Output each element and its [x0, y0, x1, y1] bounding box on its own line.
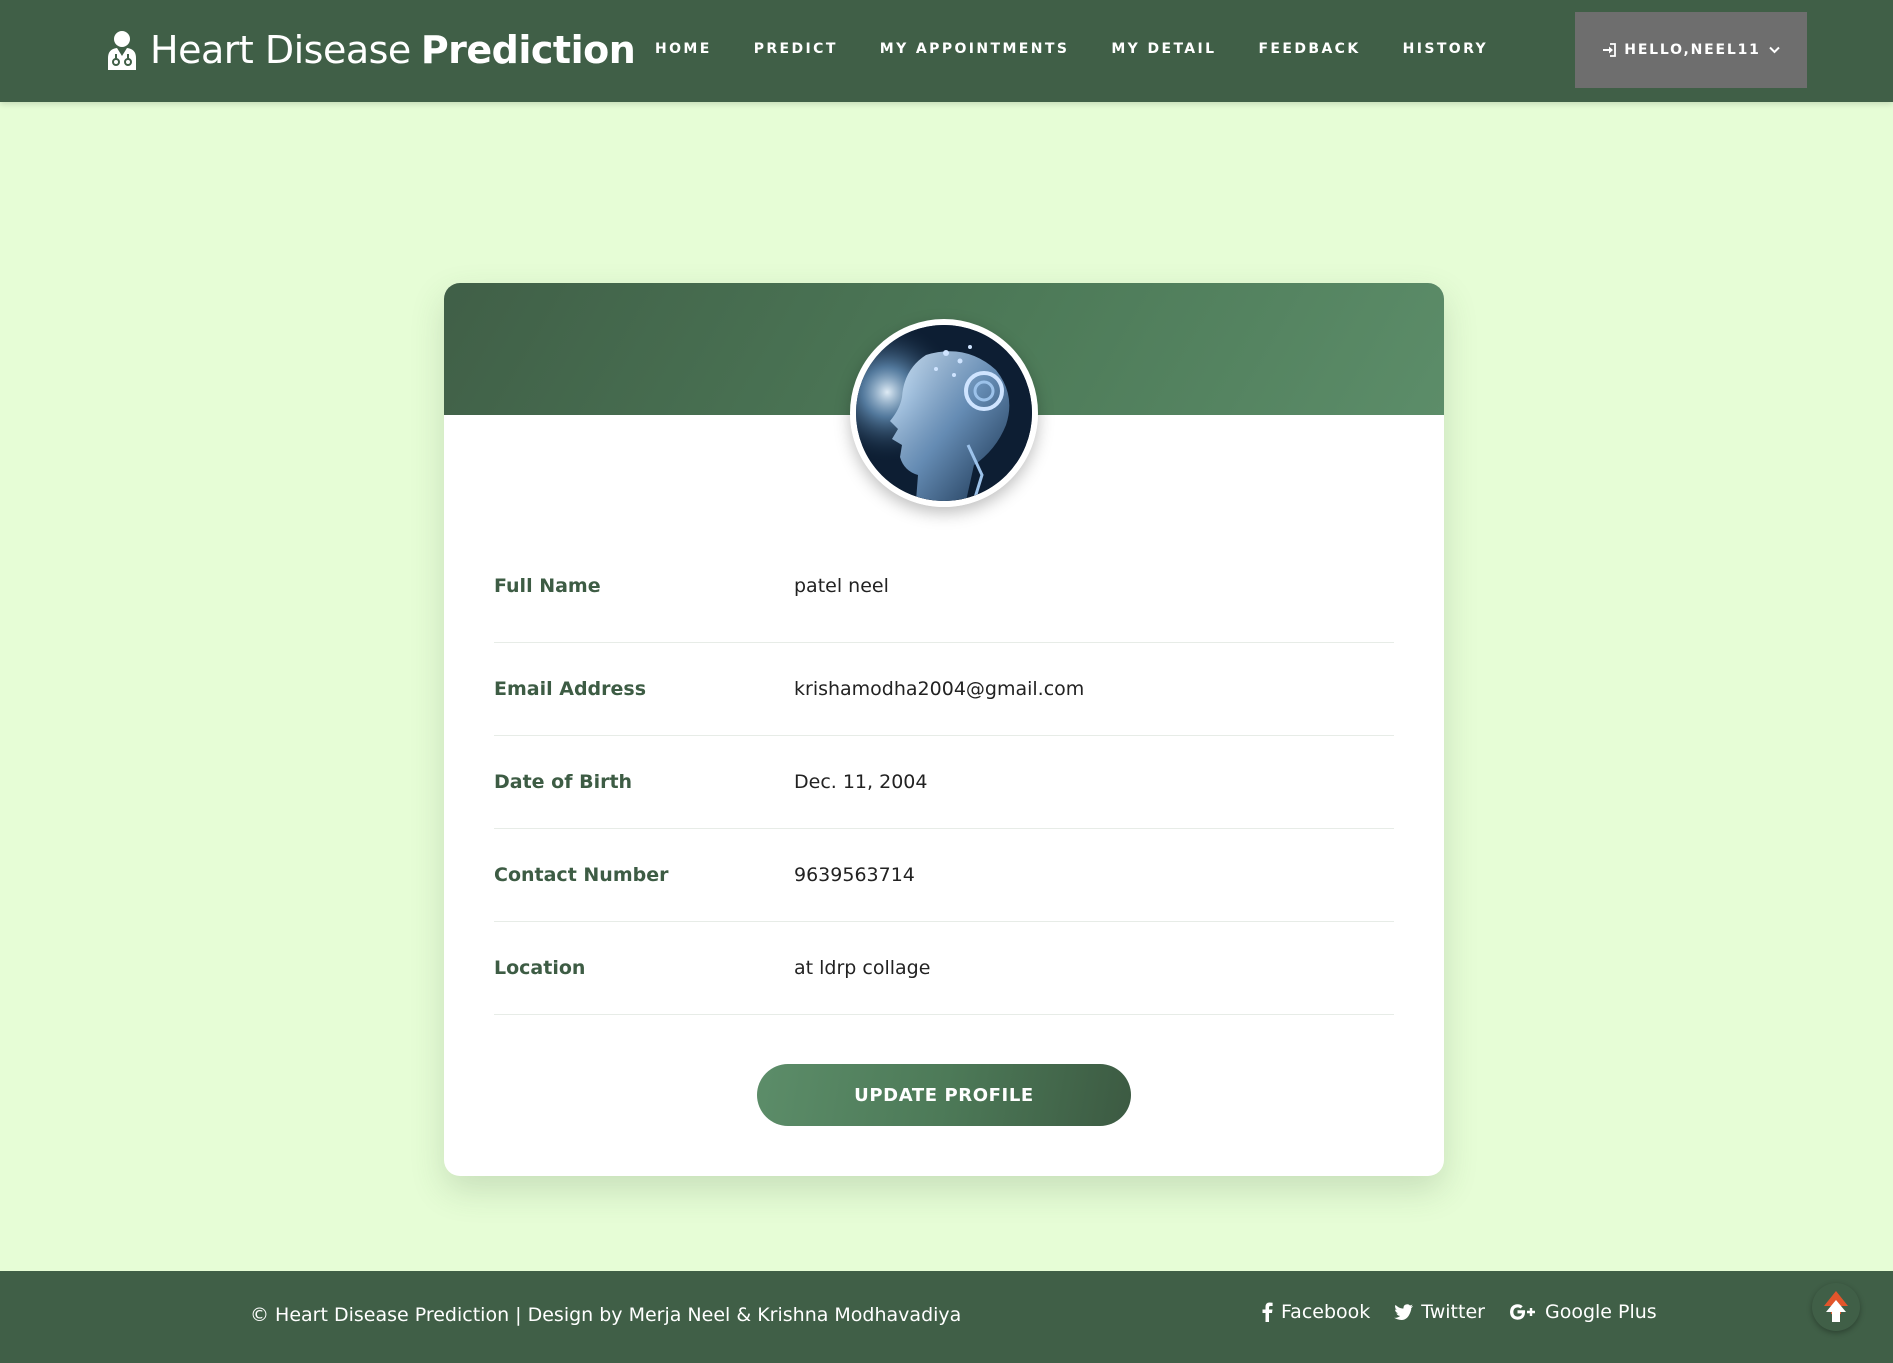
profile-details: Full Name patel neel Email Address krish… [494, 563, 1394, 1015]
top-navbar: Heart Disease Prediction HOME PREDICT MY… [0, 0, 1893, 102]
nav-feedback[interactable]: FEEDBACK [1258, 41, 1360, 57]
email-value: krishamodha2004@gmail.com [794, 678, 1085, 700]
user-greeting: HELLO,NEEL11 [1624, 42, 1761, 58]
google-plus-link[interactable]: Google Plus [1509, 1301, 1657, 1323]
twitter-label: Twitter [1421, 1301, 1485, 1323]
google-plus-icon [1509, 1303, 1537, 1321]
main-nav: HOME PREDICT MY APPOINTMENTS MY DETAIL F… [655, 0, 1530, 98]
location-label: Location [494, 957, 586, 979]
update-profile-button[interactable]: UPDATE PROFILE [757, 1064, 1131, 1126]
brand-logo[interactable]: Heart Disease Prediction [106, 24, 636, 76]
detail-row-dob: Date of Birth Dec. 11, 2004 [494, 736, 1394, 829]
copyright-text: © Heart Disease Prediction | Design by M… [250, 1304, 962, 1326]
detail-row-contact: Contact Number 9639563714 [494, 829, 1394, 922]
email-label: Email Address [494, 678, 647, 700]
location-value: at ldrp collage [794, 957, 931, 979]
nav-my-detail[interactable]: MY DETAIL [1111, 41, 1216, 57]
profile-card: Full Name patel neel Email Address krish… [444, 283, 1444, 1176]
twitter-icon [1394, 1304, 1414, 1320]
doctor-icon [108, 31, 136, 70]
avatar [850, 319, 1038, 507]
detail-row-location: Location at ldrp collage [494, 922, 1394, 1015]
brand-title-light: Heart Disease [150, 28, 411, 72]
full-name-value: patel neel [794, 575, 889, 597]
nav-my-appointments[interactable]: MY APPOINTMENTS [880, 41, 1070, 57]
nav-history[interactable]: HISTORY [1403, 41, 1488, 57]
chevron-down-icon [1768, 46, 1780, 54]
brand-title-bold: Prediction [420, 28, 636, 72]
user-menu-button[interactable]: HELLO,NEEL11 [1575, 12, 1807, 88]
scroll-to-top-button[interactable] [1812, 1283, 1860, 1331]
detail-row-email: Email Address krishamodha2004@gmail.com [494, 643, 1394, 736]
facebook-icon [1262, 1302, 1273, 1322]
detail-row-full-name: Full Name patel neel [494, 563, 1394, 643]
dob-value: Dec. 11, 2004 [794, 771, 928, 793]
nav-predict[interactable]: PREDICT [754, 41, 838, 57]
contact-label: Contact Number [494, 864, 669, 886]
nav-home[interactable]: HOME [655, 41, 712, 57]
facebook-link[interactable]: Facebook [1262, 1301, 1370, 1323]
ai-head-avatar-image [856, 325, 1032, 501]
arrow-up-icon [1824, 1291, 1848, 1322]
footer: © Heart Disease Prediction | Design by M… [0, 1271, 1893, 1363]
full-name-label: Full Name [494, 575, 601, 597]
dob-label: Date of Birth [494, 771, 633, 793]
facebook-label: Facebook [1281, 1301, 1371, 1323]
login-icon [1602, 43, 1617, 57]
social-links: Facebook Twitter Google Plus [1262, 1301, 1681, 1323]
contact-value: 9639563714 [794, 864, 915, 886]
twitter-link[interactable]: Twitter [1394, 1301, 1485, 1323]
google-plus-label: Google Plus [1544, 1301, 1657, 1323]
